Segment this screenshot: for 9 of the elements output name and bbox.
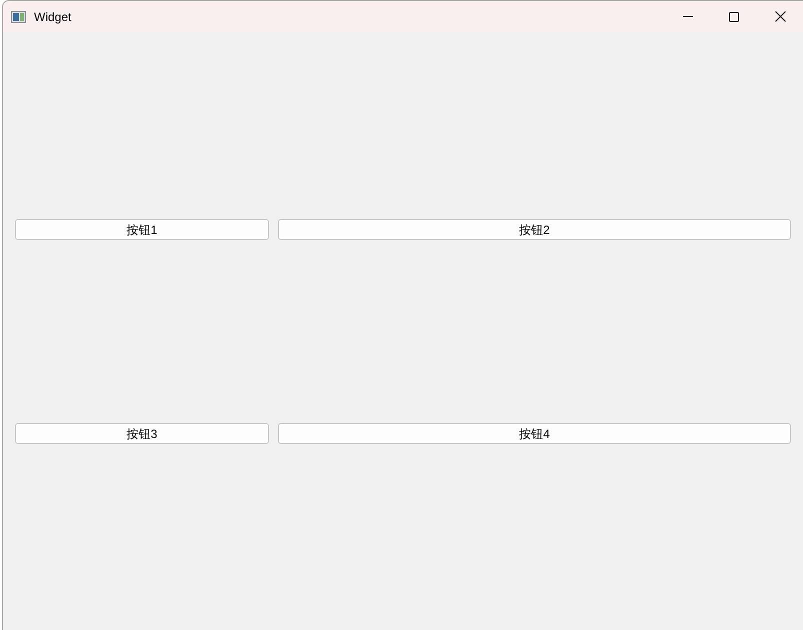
app-icon — [11, 10, 26, 22]
push-button[interactable]: 按钮4 — [278, 423, 791, 444]
minimize-icon — [683, 16, 693, 17]
push-button[interactable]: 按钮3 — [15, 423, 269, 444]
maximize-icon — [729, 12, 739, 22]
window-title: Widget — [34, 8, 72, 26]
close-icon — [774, 11, 786, 22]
push-button[interactable]: 按钮1 — [15, 219, 269, 240]
push-button[interactable]: 按钮2 — [278, 219, 791, 240]
